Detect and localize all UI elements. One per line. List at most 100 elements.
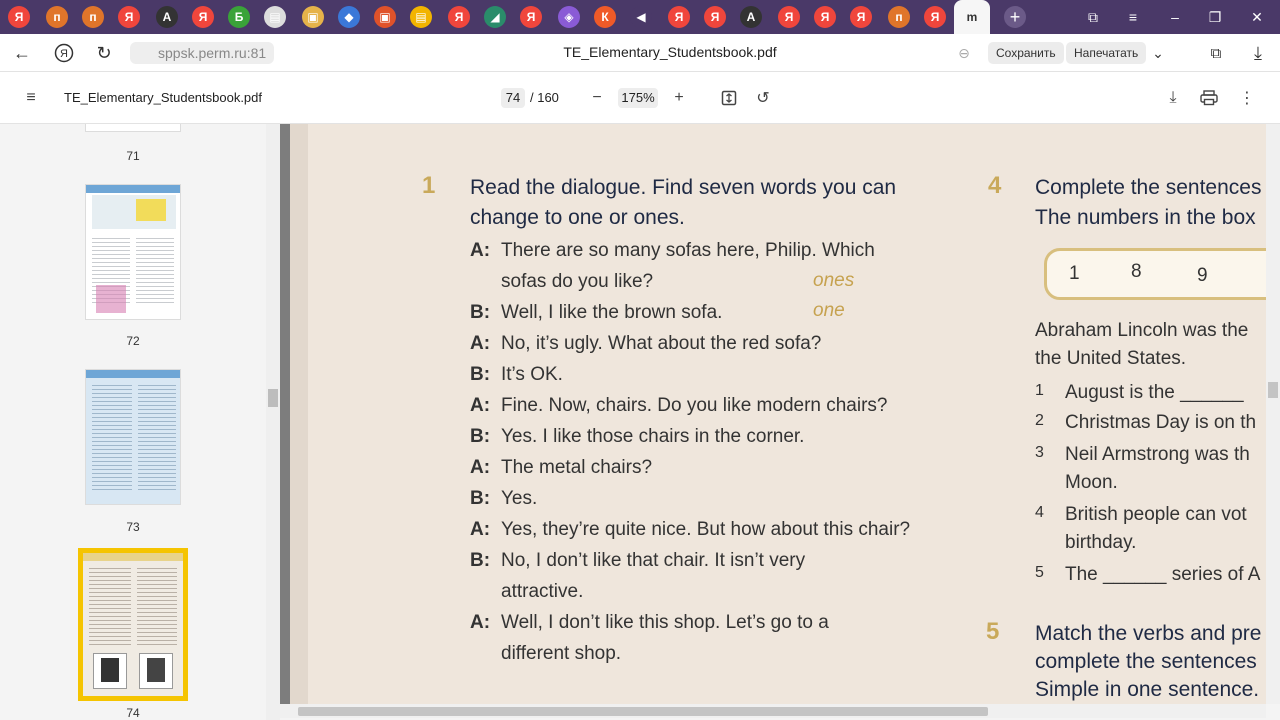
dialogue-line: No, it’s ugly. What about the red sofa? [501, 333, 822, 354]
dialogue-line: attractive. [501, 581, 584, 602]
dialogue-line: sofas do you like? [501, 271, 654, 292]
sidebar-scrollbar-thumb[interactable] [268, 389, 278, 407]
sidebar-scrollbar[interactable] [266, 124, 280, 720]
site-icon[interactable]: ▣ [302, 6, 324, 28]
active-tab[interactable]: m [954, 0, 990, 34]
svg-text:Я: Я [60, 48, 68, 60]
chevron-down-icon[interactable]: ⌄ [1146, 42, 1170, 64]
speaker-label: B: [470, 426, 491, 447]
reload-icon[interactable]: ↻ [92, 42, 116, 64]
number-box: 1 8 9 1 [1044, 248, 1266, 300]
dialogue-line: Fine. Now, chairs. Do you like modern ch… [501, 395, 888, 416]
site-icon[interactable]: А [156, 6, 178, 28]
sidebar-toggle-icon[interactable]: ≡ [20, 88, 42, 108]
yandex-icon[interactable]: Я [814, 6, 836, 28]
exercise-heading: The numbers in the box [1035, 206, 1256, 229]
thumbnail-label: 71 [126, 149, 140, 163]
yandex-icon[interactable]: Я [924, 6, 946, 28]
site-icon[interactable]: ▤ [410, 6, 432, 28]
site-icon[interactable]: Б [228, 6, 250, 28]
speaker-label: B: [470, 302, 491, 323]
new-tab-button[interactable]: + [1004, 6, 1026, 28]
viewer-scrollbar-thumb[interactable] [1268, 382, 1278, 398]
shield-icon[interactable]: ◆ [338, 6, 360, 28]
address-bar: ← Я ↻ ! sppsk.perm.ru:81 TE_Elementary_S… [0, 34, 1280, 72]
exercise-heading: Simple in one sentence. [1035, 678, 1260, 701]
site-icon[interactable]: ◈ [558, 6, 580, 28]
maximize-icon[interactable]: ❐ [1202, 6, 1228, 28]
zoom-page-icon[interactable]: ⊖ [952, 42, 976, 64]
dialogue-line: It’s OK. [501, 364, 563, 385]
site-icon[interactable]: ▣ [374, 6, 396, 28]
close-window-icon[interactable]: ✕ [1244, 6, 1270, 28]
box-number: 1 [1069, 263, 1080, 284]
doc-icon[interactable]: ▤ [264, 6, 286, 28]
site-icon[interactable]: А [740, 6, 762, 28]
viewer-horizontal-thumb[interactable] [298, 707, 988, 716]
print-icon[interactable] [1198, 88, 1220, 108]
pdf-toolbar: ≡ TE_Elementary_Studentsbook.pdf 74 / 16… [0, 72, 1280, 124]
speaker-label: B: [470, 550, 491, 571]
zoom-out-icon[interactable]: − [586, 88, 608, 108]
dialogue-line: Yes, they’re quite nice. But how about t… [501, 519, 911, 540]
menu-icon[interactable]: ≡ [1120, 6, 1146, 28]
item-text: August is the ______ [1065, 382, 1244, 403]
yandex-icon[interactable]: Я [704, 6, 726, 28]
yandex-icon[interactable]: Я [520, 6, 542, 28]
yandex-icon[interactable]: Я [668, 6, 690, 28]
pdf-viewer[interactable]: 1 Read the dialogue. Find seven words yo… [280, 124, 1266, 704]
zoom-in-icon[interactable]: + [668, 88, 690, 108]
more-options-icon[interactable]: ⋮ [1236, 88, 1258, 108]
exercise-heading: Complete the sentences [1035, 176, 1262, 199]
print-button[interactable]: Напечатать [1066, 42, 1147, 64]
thumbnail-page-selected[interactable] [78, 548, 188, 701]
speaker-label: A: [470, 519, 491, 540]
rotate-icon[interactable]: ↺ [752, 88, 774, 108]
item-text: The ______ series of A [1065, 564, 1261, 585]
exercise-heading: complete the sentences [1035, 650, 1257, 673]
minimize-icon[interactable]: – [1162, 6, 1188, 28]
dialogue-line: different shop. [501, 643, 622, 664]
yandex-logo-icon[interactable]: Я [52, 42, 76, 64]
yandex-icon[interactable]: Я [448, 6, 470, 28]
download-icon[interactable]: ⤓ [1162, 88, 1184, 108]
save-button[interactable]: Сохранить [988, 42, 1064, 64]
speaker-label: A: [470, 333, 491, 354]
exercise-heading: Match the verbs and pre [1035, 622, 1262, 645]
zoom-input[interactable]: 175% [618, 88, 658, 108]
downloads-icon[interactable]: ⤓ [1246, 42, 1270, 64]
thumbnail-page[interactable] [85, 184, 181, 320]
yandex-icon[interactable]: Я [8, 6, 30, 28]
exercise-number: 1 [422, 172, 436, 199]
active-tab-icon: m [966, 10, 978, 24]
intro-text: the United States. [1035, 348, 1187, 369]
item-text: Moon. [1065, 472, 1118, 493]
site-icon[interactable]: п [46, 6, 68, 28]
site-icon[interactable]: К [594, 6, 616, 28]
yandex-icon[interactable]: Я [778, 6, 800, 28]
url-field[interactable]: sppsk.perm.ru:81 [130, 42, 275, 64]
site-icon[interactable]: п [888, 6, 910, 28]
yandex-icon[interactable]: Я [192, 6, 214, 28]
yandex-icon[interactable]: Я [850, 6, 872, 28]
yandex-icon[interactable]: Я [118, 6, 140, 28]
viewer-vertical-scrollbar[interactable] [1266, 124, 1280, 704]
site-icon[interactable]: п [82, 6, 104, 28]
item-number: 4 [1035, 504, 1044, 521]
page-total: / 160 [530, 90, 559, 105]
item-number: 1 [1035, 382, 1044, 399]
site-icon[interactable]: ◢ [484, 6, 506, 28]
tab-collections-icon[interactable]: ⧉ [1080, 6, 1106, 28]
speaker-label: A: [470, 395, 491, 416]
answer-text: ones [813, 270, 855, 291]
exercise-number: 5 [986, 618, 1000, 645]
page-number-input[interactable]: 74 [501, 88, 525, 108]
fit-page-icon[interactable] [718, 88, 740, 108]
back-icon[interactable]: ← [10, 42, 34, 64]
bookmarks-icon[interactable]: ⧉ [1204, 42, 1228, 64]
thumbnail-page[interactable] [85, 124, 181, 132]
audio-icon[interactable]: ◀ [630, 6, 652, 28]
box-number: 9 [1197, 265, 1208, 286]
thumbnail-page[interactable] [85, 369, 181, 505]
speaker-label: B: [470, 488, 491, 509]
